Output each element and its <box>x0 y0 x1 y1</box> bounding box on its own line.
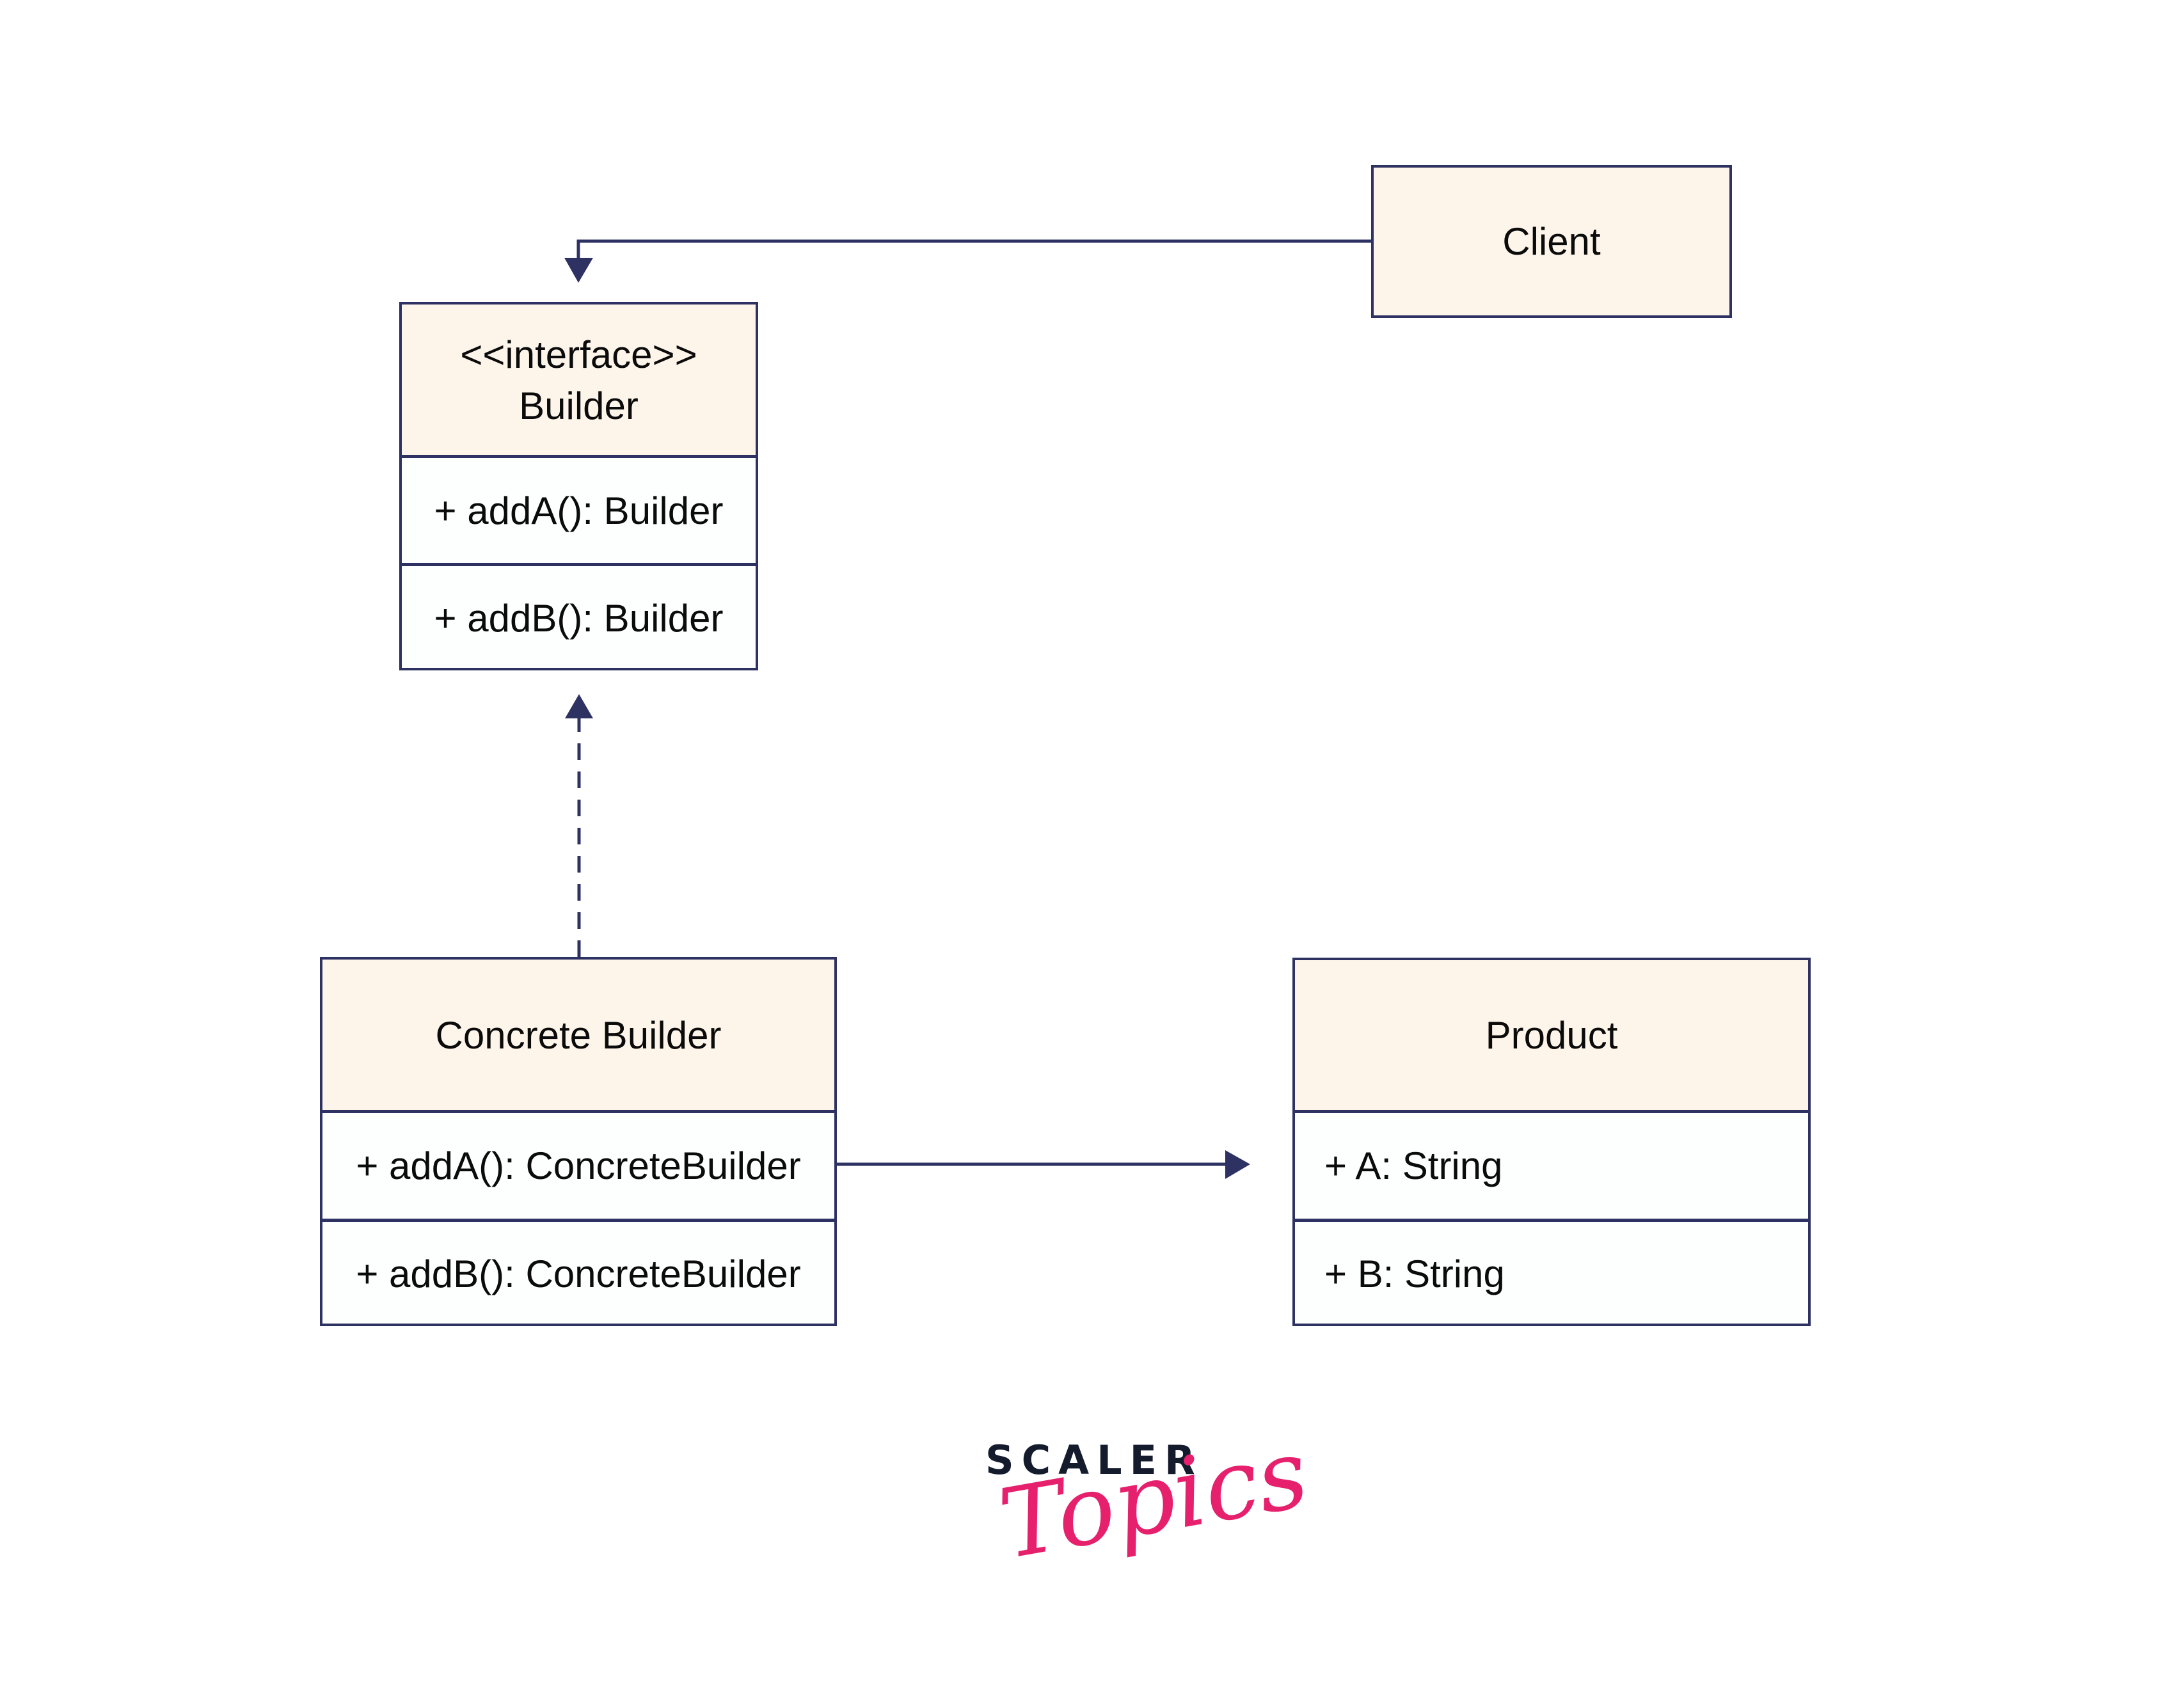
client-class[interactable]: Client <box>1371 165 1732 318</box>
concrete-builder-header: Concrete Builder <box>322 960 834 1111</box>
builder-stereotype: <<interface>> <box>460 333 697 376</box>
builder-interface-header: <<interface>> Builder <box>402 304 756 456</box>
builder-method-addb: + addB(): Builder <box>434 597 724 640</box>
realization-arrowhead <box>565 694 593 718</box>
concrete-builder-to-product-association <box>837 1150 1250 1179</box>
builder-method-row: + addB(): Builder <box>402 563 756 670</box>
concrete-builder-name: Concrete Builder <box>435 1013 722 1057</box>
product-class[interactable]: Product + A: String + B: String <box>1292 958 1811 1326</box>
product-attribute-row: + B: String <box>1295 1219 1808 1326</box>
product-name: Product <box>1485 1014 1618 1057</box>
builder-interface-name: Builder <box>519 384 639 427</box>
product-attribute-row: + A: String <box>1295 1110 1808 1219</box>
client-to-builder-line <box>576 239 1371 259</box>
concrete-builder-method-addb: + addB(): ConcreteBuilder <box>356 1253 801 1295</box>
builder-method-adda: + addA(): Builder <box>434 489 724 532</box>
client-class-name: Client <box>1502 219 1601 263</box>
product-header: Product <box>1295 960 1808 1111</box>
concrete-builder-to-product-arrowhead <box>1225 1150 1250 1179</box>
builder-method-row: + addA(): Builder <box>402 455 756 563</box>
concrete-builder-method-adda: + addA(): ConcreteBuilder <box>356 1144 801 1187</box>
client-class-header: Client <box>1374 168 1729 315</box>
concrete-builder-realizes-builder <box>565 694 593 957</box>
client-to-builder-association <box>564 239 1371 283</box>
product-attribute-a: + A: String <box>1324 1144 1503 1187</box>
concrete-builder-method-row: + addA(): ConcreteBuilder <box>322 1110 834 1219</box>
product-attribute-b: + B: String <box>1324 1253 1505 1295</box>
concrete-builder-class[interactable]: Concrete Builder + addA(): ConcreteBuild… <box>320 957 837 1326</box>
builder-interface[interactable]: <<interface>> Builder + addA(): Builder … <box>399 302 758 670</box>
client-to-builder-arrowhead <box>564 258 593 283</box>
scaler-topics-logo: SCALER Topics <box>985 1418 1316 1599</box>
concrete-builder-method-row: + addB(): ConcreteBuilder <box>322 1219 834 1326</box>
